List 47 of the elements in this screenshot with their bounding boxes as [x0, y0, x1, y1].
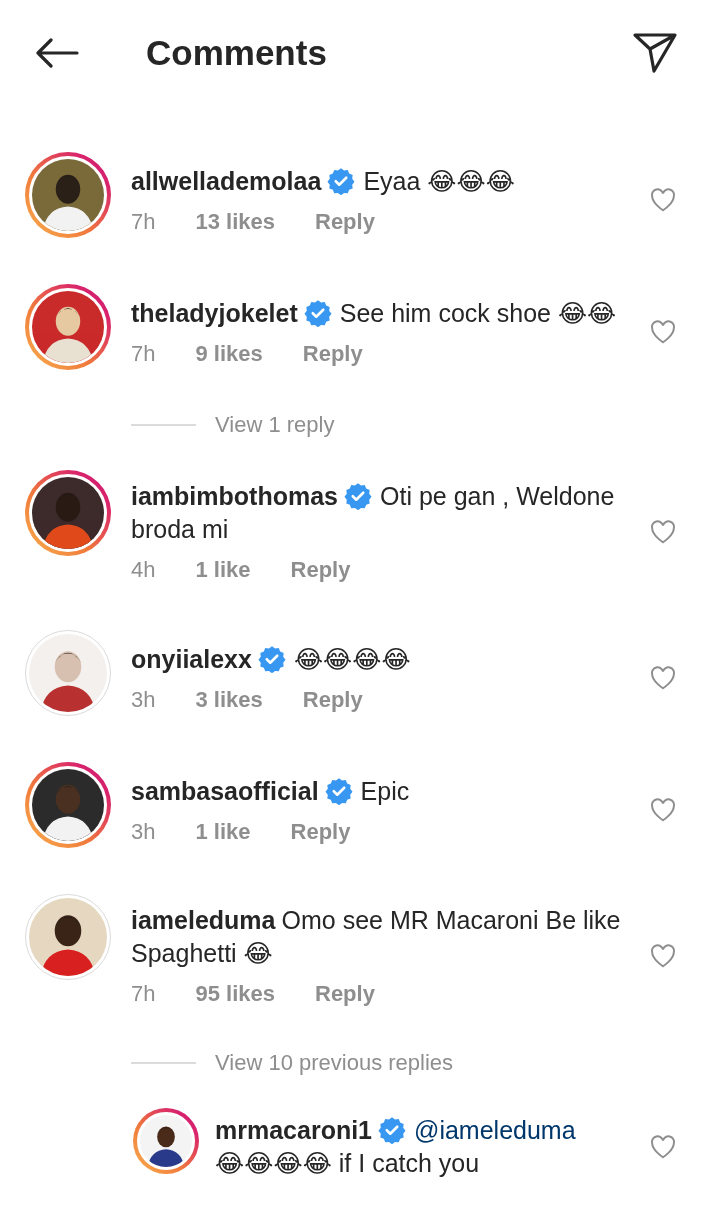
- timestamp: 7h: [131, 339, 156, 368]
- reply-button[interactable]: Reply: [302, 685, 363, 714]
- reply-button[interactable]: Reply: [302, 339, 363, 368]
- heart-icon[interactable]: [650, 520, 676, 544]
- comment-text: Omo see MR Macaroni Be like: [281, 906, 621, 934]
- send-icon[interactable]: [632, 31, 678, 74]
- username[interactable]: onyiialexx: [131, 644, 252, 673]
- likes-count[interactable]: 95 likes: [195, 980, 275, 1008]
- heart-icon[interactable]: [650, 798, 676, 822]
- heart-icon[interactable]: [650, 1135, 676, 1159]
- likes-count[interactable]: 13 likes: [195, 207, 275, 236]
- timestamp: 7h: [131, 207, 156, 236]
- back-arrow-icon[interactable]: [35, 37, 79, 68]
- heart-icon[interactable]: [650, 666, 676, 690]
- mention-link[interactable]: @iameleduma: [414, 1116, 576, 1144]
- comment-text: Eyaa 😂😂😂: [363, 166, 515, 195]
- timestamp: 3h: [131, 685, 156, 714]
- username[interactable]: allwellademolaa: [131, 166, 322, 195]
- comment-text: Spaghetti 😂: [131, 938, 274, 969]
- likes-count[interactable]: 9 likes: [195, 339, 263, 368]
- view-replies-button[interactable]: View 1 reply: [215, 412, 335, 438]
- timestamp: 4h: [131, 556, 156, 584]
- comment-text: 😂😂😂😂 if I catch you: [215, 1148, 481, 1179]
- username[interactable]: sambasaofficial: [131, 776, 319, 805]
- comment-text: 😂😂😂😂: [293, 644, 411, 673]
- username[interactable]: mrmacaroni1: [215, 1116, 373, 1144]
- likes-count[interactable]: 1 like: [195, 556, 251, 584]
- reply-button[interactable]: Reply: [290, 556, 351, 584]
- username[interactable]: iambimbothomas: [131, 482, 338, 510]
- page-title: Comments: [146, 32, 328, 73]
- reply-button[interactable]: Reply: [315, 207, 375, 236]
- timestamp: 3h: [131, 817, 156, 846]
- timestamp: 7h: [131, 980, 156, 1008]
- comment-text: Epic: [360, 776, 410, 805]
- comment-text: broda mi: [131, 514, 230, 545]
- likes-count[interactable]: 3 likes: [195, 685, 263, 714]
- heart-icon[interactable]: [650, 944, 676, 968]
- comment-text: Oti pe gan , Weldone: [380, 482, 615, 510]
- reply-button[interactable]: Reply: [315, 980, 375, 1008]
- view-replies-button[interactable]: View 10 previous replies: [215, 1050, 454, 1076]
- heart-icon[interactable]: [650, 320, 676, 344]
- heart-icon[interactable]: [650, 188, 676, 212]
- reply-button[interactable]: Reply: [290, 817, 351, 846]
- username[interactable]: theladyjokelet: [131, 298, 298, 327]
- comment-text: See him cock shoe 😂😂: [339, 298, 617, 327]
- username[interactable]: iameleduma: [131, 906, 276, 934]
- likes-count[interactable]: 1 like: [195, 817, 251, 846]
